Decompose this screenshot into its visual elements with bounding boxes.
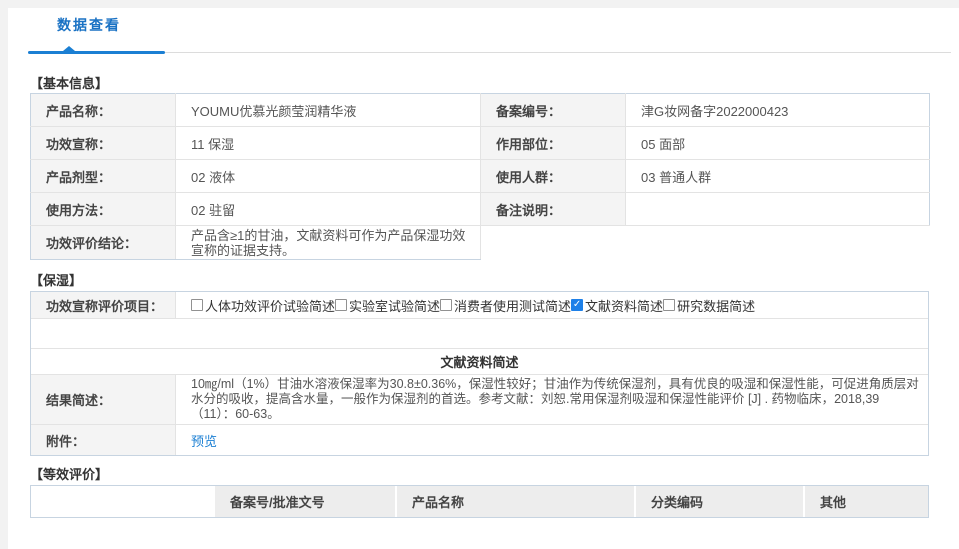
evaluation-checkbox-item[interactable]: ✓ 文献资料简述 [571, 296, 663, 315]
efficacy-claim-value: 11 保湿 [175, 126, 481, 160]
evaluation-checkbox-row: 人体功效评价试验简述 实验室试验简述 消费者使用测试简述 ✓ 文献资料简述 研究数据简述 [176, 292, 928, 318]
section-title-equivalence: 【等效评价】 [30, 467, 109, 482]
record-number-value: 津G妆网备字2022000423 [625, 93, 930, 127]
section-title-basic-info: 【基本信息】 [30, 76, 109, 91]
preview-link[interactable]: 预览 [191, 431, 217, 450]
equivalence-table: 备案号/批准文号 产品名称 分类编码 其他 [30, 485, 929, 518]
checkbox-label: 文献资料简述 [585, 298, 664, 314]
product-name-value: YOUMU优慕光颜莹润精华液 [175, 93, 481, 127]
table-row: 产品剂型： 02 液体 使用人群： 03 普通人群 [30, 159, 930, 193]
result-summary-text: 10㎎/ml（1%）甘油水溶液保湿率为30.8±0.36%，保湿性较好；甘油作为… [191, 377, 919, 421]
tab-underline-active [28, 51, 165, 54]
conclusion-value: 产品含≥1的甘油，文献资料可作为产品保湿功效宣称的证据支持。 [175, 225, 481, 260]
page-content: 数据查看 【基本信息】 产品名称： YOUMU优慕光颜莹润精华液 备案编号： 津… [8, 8, 959, 549]
evaluation-items-row: 功效宣称评价项目： 人体功效评价试验简述 实验室试验简述 消费者使用测试简述 ✓ 文献资… [31, 292, 928, 319]
checkbox-label: 人体功效评价试验简述 [205, 298, 336, 314]
target-users-value: 03 普通人群 [625, 159, 930, 193]
tab-bar: 数据查看 [8, 8, 959, 54]
equivalence-header-other: 其他 [803, 486, 928, 517]
checkbox-label: 消费者使用测试简述 [454, 298, 572, 314]
attachment-row: 附件： 预览 [31, 425, 928, 455]
empty-cell [480, 225, 930, 260]
table-row: 产品名称： YOUMU优慕光颜莹润精华液 备案编号： 津G妆网备字2022000… [30, 93, 930, 127]
product-name-label: 产品名称： [30, 93, 176, 127]
remarks-value [625, 192, 930, 226]
checkbox-checked-icon[interactable]: ✓ [571, 299, 584, 311]
record-number-label: 备案编号： [480, 93, 626, 127]
moisturizing-table: 功效宣称评价项目： 人体功效评价试验简述 实验室试验简述 消费者使用测试简述 ✓ 文献资… [30, 291, 929, 456]
result-summary-row: 结果简述： 10㎎/ml（1%）甘油水溶液保湿率为30.8±0.36%，保湿性较… [31, 375, 928, 425]
tab-data-view[interactable]: 数据查看 [57, 15, 121, 35]
apply-part-label: 作用部位： [480, 126, 626, 160]
equivalence-header-empty [31, 486, 213, 517]
tab-underline-track [28, 52, 951, 53]
basic-info-table: 产品名称： YOUMU优慕光颜莹润精华液 备案编号： 津G妆网备字2022000… [30, 93, 930, 260]
evaluation-checkbox-item[interactable]: 消费者使用测试简述 [440, 296, 571, 315]
conclusion-text: 产品含≥1的甘油，文献资料可作为产品保湿功效宣称的证据支持。 [191, 227, 466, 258]
tab-active-arrow-icon [63, 46, 75, 51]
attachment-label: 附件： [31, 425, 176, 455]
section-title-moisturizing: 【保湿】 [30, 273, 83, 288]
equivalence-header-category-code: 分类编码 [634, 486, 803, 517]
efficacy-claim-label: 功效宣称： [30, 126, 176, 160]
equivalence-header-record-number: 备案号/批准文号 [213, 486, 395, 517]
usage-method-label: 使用方法： [30, 192, 176, 226]
equivalence-header-product-name: 产品名称 [395, 486, 634, 517]
checkbox-unchecked-icon[interactable] [191, 299, 203, 311]
evaluation-items-label: 功效宣称评价项目： [31, 292, 176, 318]
evaluation-checkbox-item[interactable]: 实验室试验简述 [335, 296, 440, 315]
conclusion-label: 功效评价结论： [30, 225, 176, 260]
checkbox-label: 研究数据简述 [677, 298, 756, 314]
table-row: 功效评价结论： 产品含≥1的甘油，文献资料可作为产品保湿功效宣称的证据支持。 [30, 225, 930, 260]
table-row: 使用方法： 02 驻留 备注说明： [30, 192, 930, 226]
spacer-row [31, 319, 928, 349]
usage-method-value: 02 驻留 [175, 192, 481, 226]
table-row: 功效宣称： 11 保湿 作用部位： 05 面部 [30, 126, 930, 160]
product-form-value: 02 液体 [175, 159, 481, 193]
checkbox-unchecked-icon[interactable] [440, 299, 453, 311]
checkbox-unchecked-icon[interactable] [663, 299, 676, 311]
remarks-label: 备注说明： [480, 192, 626, 226]
checkbox-unchecked-icon[interactable] [335, 299, 348, 311]
literature-summary-header: 文献资料简述 [31, 349, 928, 375]
apply-part-value: 05 面部 [625, 126, 930, 160]
target-users-label: 使用人群： [480, 159, 626, 193]
tab-underline [8, 46, 951, 54]
result-summary-label: 结果简述： [31, 375, 176, 424]
evaluation-checkbox-item[interactable]: 人体功效评价试验简述 [191, 296, 335, 315]
evaluation-checkbox-item[interactable]: 研究数据简述 [663, 296, 755, 315]
product-form-label: 产品剂型： [30, 159, 176, 193]
checkbox-label: 实验室试验简述 [349, 298, 441, 314]
